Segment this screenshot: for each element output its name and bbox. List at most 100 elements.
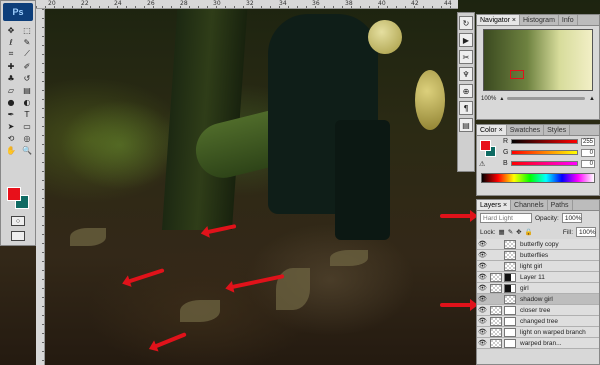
layer-thumbnail[interactable] <box>490 327 502 337</box>
layer-row[interactable]: 👁 shadow girl <box>477 294 599 305</box>
blur-tool[interactable]: ● <box>4 97 18 107</box>
ruler-left[interactable] <box>36 9 45 365</box>
lock-all-icon[interactable]: 🔒 <box>525 228 533 236</box>
notes-panel-icon[interactable]: ▤ <box>459 118 473 132</box>
foreground-color-swatch[interactable] <box>7 187 21 201</box>
layer-thumbnail[interactable] <box>490 272 502 282</box>
quick-select-tool[interactable]: ✎ <box>20 37 34 47</box>
marquee-tool[interactable]: ⬚ <box>20 25 34 35</box>
visibility-eye-icon[interactable]: 👁 <box>477 306 488 314</box>
pen-tool[interactable]: ✒ <box>4 109 18 119</box>
layer-mask-thumbnail[interactable] <box>504 272 516 282</box>
layer-row[interactable]: 👁 light on warped branch <box>477 327 599 338</box>
tab-navigator[interactable]: Navigator × <box>477 15 520 25</box>
lock-pixels-icon[interactable]: ✎ <box>508 228 513 236</box>
healing-tool[interactable]: ✚ <box>4 61 18 71</box>
shape-tool[interactable]: ▭ <box>20 121 34 131</box>
color-fg-swatch[interactable] <box>480 140 491 151</box>
tab-styles[interactable]: Styles <box>544 125 571 135</box>
zoom-in-icon[interactable]: ▲ <box>589 96 595 102</box>
lasso-tool[interactable]: ℓ <box>4 37 18 47</box>
layer-thumbnail[interactable] <box>490 283 502 293</box>
visibility-eye-icon[interactable]: 👁 <box>477 284 488 292</box>
tool-presets-icon[interactable]: ✂ <box>459 50 473 64</box>
layer-row[interactable]: 👁 butterflies <box>477 250 599 261</box>
layer-mask-thumbnail[interactable] <box>504 283 516 293</box>
tab-layers[interactable]: Layers × <box>477 200 512 210</box>
layer-thumbnail[interactable] <box>490 305 502 315</box>
lock-position-icon[interactable]: ✥ <box>516 228 521 236</box>
zoom-slider[interactable] <box>507 97 586 100</box>
layer-row[interactable]: 👁 Layer 11 <box>477 272 599 283</box>
gradient-tool[interactable]: ▤ <box>20 85 34 95</box>
channel-value-input[interactable]: 255 <box>581 137 595 146</box>
visibility-eye-icon[interactable]: 👁 <box>477 240 488 248</box>
zoom-tool[interactable]: 🔍 <box>20 145 34 155</box>
tab-histogram[interactable]: Histogram <box>520 15 559 25</box>
brushes-panel-icon[interactable]: ♆ <box>459 67 473 81</box>
history-brush-tool[interactable]: ↺ <box>20 73 34 83</box>
layer-mask-thumbnail[interactable] <box>504 327 516 337</box>
visibility-eye-icon[interactable]: 👁 <box>477 295 488 303</box>
color-swatch-pair[interactable]: ⚠ <box>477 136 499 170</box>
layer-thumbnail[interactable] <box>504 239 516 249</box>
layer-row[interactable]: 👁 changed tree <box>477 316 599 327</box>
tab-channels[interactable]: Channels <box>511 200 548 210</box>
visibility-eye-icon[interactable]: 👁 <box>477 317 488 325</box>
clone-source-icon[interactable]: ⊕ <box>459 84 473 98</box>
history-panel-icon[interactable]: ↻ <box>459 16 473 30</box>
layer-row[interactable]: 👁 girl <box>477 283 599 294</box>
layer-thumbnail[interactable] <box>490 316 502 326</box>
3d-orbit-tool[interactable]: ◎ <box>20 133 34 143</box>
crop-tool[interactable]: ⌗ <box>4 49 18 59</box>
layer-row[interactable]: 👁 butterfly copy <box>477 239 599 250</box>
visibility-eye-icon[interactable]: 👁 <box>477 262 488 270</box>
brush-tool[interactable]: ✐ <box>20 61 34 71</box>
hand-tool[interactable]: ✋ <box>4 145 18 155</box>
tab-swatches[interactable]: Swatches <box>507 125 545 135</box>
gamut-warning-icon[interactable]: ⚠ <box>479 160 485 168</box>
eraser-tool[interactable]: ▱ <box>4 85 18 95</box>
stamp-tool[interactable]: ♣ <box>4 73 18 83</box>
layer-thumbnail[interactable] <box>504 250 516 260</box>
character-panel-icon[interactable]: ¶ <box>459 101 473 115</box>
navigator-preview[interactable] <box>483 29 593 91</box>
actions-panel-icon[interactable]: ▶ <box>459 33 473 47</box>
navigator-view-box[interactable] <box>510 70 524 79</box>
channel-value-input[interactable]: 0 <box>581 148 595 157</box>
zoom-out-icon[interactable]: ▴ <box>500 95 503 102</box>
quick-mask-icon[interactable]: ○ <box>11 216 25 226</box>
visibility-eye-icon[interactable]: 👁 <box>477 273 488 281</box>
visibility-eye-icon[interactable]: 👁 <box>477 339 488 347</box>
path-select-tool[interactable]: ➤ <box>4 121 18 131</box>
type-tool[interactable]: T <box>20 109 34 119</box>
lock-transparency-icon[interactable]: ▦ <box>499 228 505 236</box>
blend-mode-select[interactable]: Hard Light <box>480 213 532 223</box>
layer-row[interactable]: 👁 light girl <box>477 261 599 272</box>
layer-thumbnail[interactable] <box>504 294 516 304</box>
channel-value-input[interactable]: 0 <box>581 159 595 168</box>
slice-tool[interactable]: ⟋ <box>20 49 34 59</box>
move-tool[interactable]: ✥ <box>4 25 18 35</box>
screen-mode-icon[interactable] <box>11 231 25 241</box>
fill-input[interactable]: 100% <box>576 227 596 237</box>
channel-slider[interactable] <box>511 150 578 155</box>
tab-info[interactable]: Info <box>559 15 578 25</box>
layer-thumbnail[interactable] <box>490 338 502 348</box>
layer-row[interactable]: 👁 closer tree <box>477 305 599 316</box>
opacity-input[interactable]: 100% <box>561 213 582 223</box>
tab-color[interactable]: Color × <box>477 125 507 135</box>
layer-row[interactable]: 👁 warped bran... <box>477 338 599 349</box>
layer-thumbnail[interactable] <box>504 261 516 271</box>
channel-slider[interactable] <box>511 139 578 144</box>
layer-mask-thumbnail[interactable] <box>504 316 516 326</box>
color-spectrum-bar[interactable] <box>481 173 595 183</box>
visibility-eye-icon[interactable]: 👁 <box>477 328 488 336</box>
3d-rotate-tool[interactable]: ⟲ <box>4 133 18 143</box>
channel-slider[interactable] <box>510 161 578 166</box>
zoom-value[interactable]: 100% <box>481 96 496 102</box>
layer-mask-thumbnail[interactable] <box>504 305 516 315</box>
dodge-tool[interactable]: ◐ <box>20 97 34 107</box>
layer-mask-thumbnail[interactable] <box>504 338 516 348</box>
tab-paths[interactable]: Paths <box>548 200 573 210</box>
